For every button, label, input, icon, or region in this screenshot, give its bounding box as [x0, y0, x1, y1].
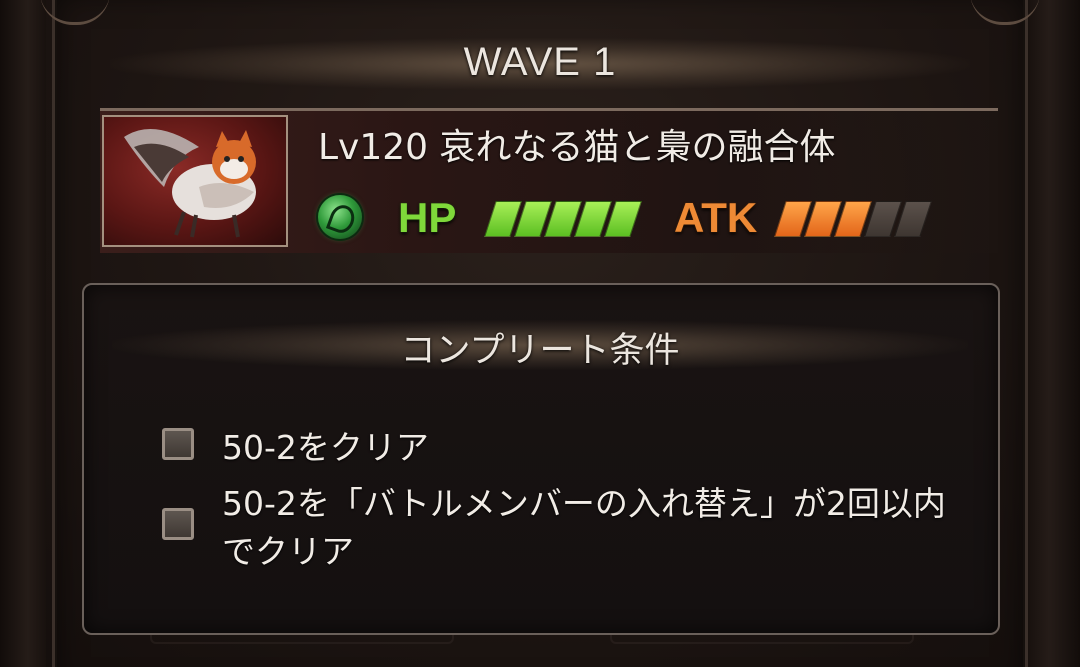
condition-checkbox — [162, 508, 194, 540]
condition-text-line: 50-2を「バトルメンバーの入れ替え」が2回以内 — [222, 484, 946, 523]
wave-info-screen: WAVE 1 Lv120 哀れなる猫と梟の融合体 HP ATK コンプリート条件… — [0, 0, 1080, 667]
atk-label: ATK — [674, 194, 758, 241]
hp-gauge — [484, 201, 642, 237]
wave-title: WAVE 1 — [463, 40, 617, 84]
condition-text-line: でクリア — [222, 532, 354, 571]
condition-checkbox — [162, 428, 194, 460]
conditions-title: コンプリート条件 — [400, 331, 680, 371]
cat-owl-chimera-image — [124, 129, 256, 238]
condition-text: 50-2をクリア — [222, 428, 429, 467]
hp-label: HP — [398, 194, 457, 241]
enemy-name: Lv120 哀れなる猫と梟の融合体 — [318, 127, 836, 168]
condition-item: 50-2をクリア — [162, 424, 429, 472]
condition-item: 50-2を「バトルメンバーの入れ替え」が2回以内 でクリア — [162, 480, 946, 576]
atk-gauge — [774, 201, 932, 237]
enemy-portrait — [102, 115, 288, 247]
condition-text: 50-2を「バトルメンバーの入れ替え」が2回以内 でクリア — [222, 480, 946, 576]
wind-element-icon — [318, 195, 362, 239]
